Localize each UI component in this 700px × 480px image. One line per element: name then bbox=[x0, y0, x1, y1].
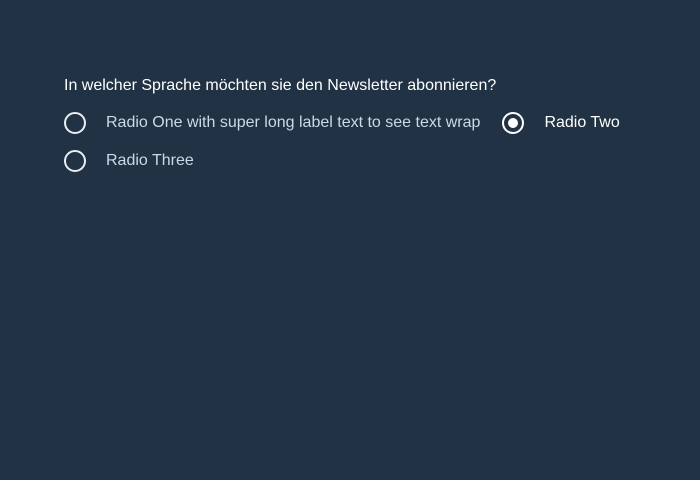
radio-selected-icon[interactable] bbox=[502, 112, 525, 134]
radio-options: Radio One with super long label text to … bbox=[64, 108, 664, 176]
radio-dot-icon bbox=[508, 118, 519, 128]
newsletter-language-radio-group: In welcher Sprache möchten sie den Newsl… bbox=[64, 76, 664, 176]
radio-option-one[interactable]: Radio One with super long label text to … bbox=[64, 108, 480, 138]
radio-group-legend: In welcher Sprache möchten sie den Newsl… bbox=[64, 77, 497, 94]
radio-option-two-label[interactable]: Radio Two bbox=[544, 113, 619, 133]
radio-circle-icon[interactable] bbox=[64, 112, 86, 134]
radio-option-three-label[interactable]: Radio Three bbox=[106, 151, 194, 171]
radio-option-three[interactable]: Radio Three bbox=[64, 146, 194, 176]
radio-option-one-label[interactable]: Radio One with super long label text to … bbox=[106, 113, 480, 133]
radio-option-two[interactable]: Radio Two bbox=[502, 108, 620, 138]
radio-circle-icon[interactable] bbox=[64, 150, 86, 172]
